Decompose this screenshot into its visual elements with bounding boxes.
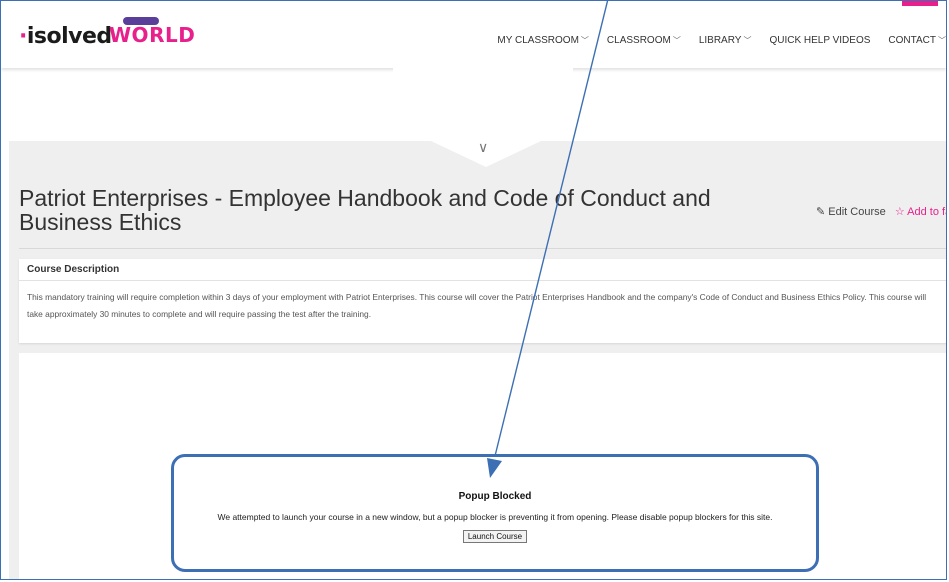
chevron-down-icon: ﹀: [743, 36, 752, 45]
browser-frame: ·isolved WORLD MY CLASSROOM ﹀ CLASSROOM ﹀ …: [0, 0, 947, 580]
add-to-favorite-link[interactable]: ☆ Add to favorite: [894, 206, 946, 218]
edit-icon: ✎: [816, 206, 826, 218]
course-description-text: This mandatory training will require com…: [27, 292, 927, 319]
top-header: ·isolved WORLD MY CLASSROOM ﹀ CLASSROOM ﹀ …: [1, 1, 946, 68]
divider: [19, 248, 946, 249]
isolved-logo[interactable]: ·isolved: [19, 24, 112, 49]
edit-course-link[interactable]: ✎ Edit Course: [816, 206, 886, 218]
chevron-down-icon: ﹀: [938, 36, 946, 45]
popup-message: We attempted to launch your course in a …: [217, 512, 773, 522]
nav-my-classroom[interactable]: MY CLASSROOM ﹀: [497, 35, 589, 46]
course-description-card: Course Description ∧ This mandatory trai…: [19, 259, 946, 343]
star-icon: ☆: [894, 206, 905, 218]
header-tab-notch: [393, 68, 573, 141]
main-nav: MY CLASSROOM ﹀ CLASSROOM ﹀ LIBRARY ﹀ QUICK …: [497, 35, 946, 46]
course-description-header[interactable]: Course Description ∧: [19, 259, 946, 281]
popup-title: Popup Blocked: [458, 491, 532, 502]
brand-accent-bar: [902, 1, 938, 6]
launch-course-button[interactable]: Launch Course: [462, 530, 528, 543]
course-actions: ✎ Edit Course ☆ Add to favorite: [816, 205, 946, 218]
nav-quick-help-videos[interactable]: QUICK HELP VIDEOS: [769, 35, 870, 46]
popup-blocked-notice: Popup Blocked We attempted to launch you…: [171, 454, 819, 572]
nav-classroom[interactable]: CLASSROOM ﹀: [607, 35, 681, 46]
page-title: Patriot Enterprises - Employee Handbook …: [19, 185, 711, 235]
chevron-down-icon[interactable]: ∨: [478, 140, 488, 156]
world-logo[interactable]: WORLD: [109, 17, 195, 47]
chevron-down-icon: ﹀: [672, 36, 681, 45]
chevron-down-icon: ﹀: [580, 36, 589, 45]
nav-library[interactable]: LIBRARY ﹀: [699, 35, 752, 46]
nav-contact[interactable]: CONTACT ﹀: [888, 35, 946, 46]
